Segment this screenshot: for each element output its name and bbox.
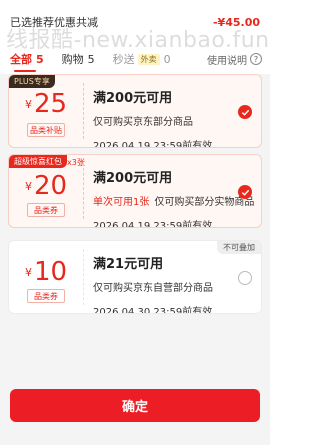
coupon-tabs: 全部 5 购物 5 秒送 外卖 0 使用说明 ?	[10, 50, 262, 68]
coupon-expiry: 2026.04.19 23:59前有效	[93, 141, 213, 148]
active-tab-indicator	[14, 70, 36, 72]
question-icon: ?	[250, 53, 262, 65]
plus-exclusive-tag: PLUS专享	[9, 75, 55, 88]
coupon-amount: ¥20	[9, 171, 83, 201]
tab-shopping-label: 购物	[61, 53, 84, 66]
coupon-card[interactable]: PLUS专享 ¥25 品类补贴 满200元可用 仅可购买京东部分商品 2026.…	[8, 74, 262, 148]
discount-summary: 已选推荐优惠共减 -¥45.00	[10, 14, 260, 30]
coupon-description: 单次可用1张 仅可购买部分实物商品	[93, 193, 254, 208]
coupon-select-checkbox[interactable]	[238, 185, 252, 199]
usage-help-label: 使用说明	[207, 55, 247, 67]
coupon-details: 满21元可用 仅可购买京东自营部分商品 2026.04.30 23:59前有效	[93, 253, 231, 314]
currency-symbol: ¥	[24, 180, 32, 193]
coupon-kind-badge: 品类券	[27, 203, 65, 217]
coupon-amount: ¥10	[9, 257, 83, 287]
card-divider	[83, 83, 84, 139]
coupon-description: 仅可购买京东部分商品	[93, 117, 193, 128]
coupon-title: 满200元可用	[93, 171, 173, 186]
summary-amount: -¥45.00	[212, 15, 260, 29]
coupon-details: 满200元可用 仅可购买京东部分商品 2026.04.19 23:59前有效	[93, 87, 231, 148]
amount-value: 20	[33, 171, 68, 201]
super-surprise-tag: 超级惊喜红包	[9, 155, 67, 168]
tab-shopping-count: 5	[87, 52, 95, 66]
coupon-title: 满21元可用	[93, 257, 164, 272]
coupon-title: 满200元可用	[93, 91, 173, 106]
coupon-kind-badge: 品类补贴	[27, 123, 65, 137]
confirm-button[interactable]: 确定	[10, 389, 260, 422]
takeout-badge: 外卖	[137, 53, 160, 65]
coupon-card[interactable]: 不可叠加 ¥10 品类券 满21元可用 仅可购买京东自营部分商品 2026.04…	[8, 240, 262, 314]
card-divider	[83, 249, 84, 305]
tab-instant-delivery[interactable]: 秒送 外卖 0	[113, 51, 171, 67]
coupon-card[interactable]: 超级惊喜红包 x3张 ¥20 品类券 满200元可用 单次可用1张 仅可购买部分实…	[8, 154, 262, 228]
coupon-description: 仅可购买京东自营部分商品	[93, 283, 213, 294]
tab-all-label: 全部	[10, 53, 32, 66]
tab-shopping[interactable]: 购物 5	[62, 51, 95, 67]
tab-instant-label: 秒送	[112, 53, 135, 66]
check-icon	[241, 189, 249, 196]
coupon-select-checkbox[interactable]	[238, 105, 252, 119]
tab-instant-count: 0	[163, 52, 171, 66]
amount-value: 10	[33, 257, 68, 287]
coupon-expiry: 2026.04.19 23:59前有效	[93, 221, 213, 228]
coupon-select-checkbox[interactable]	[238, 271, 252, 285]
check-icon	[241, 109, 249, 116]
usage-help-link[interactable]: 使用说明 ?	[207, 52, 262, 67]
amount-value: 25	[33, 89, 68, 119]
summary-label: 已选推荐优惠共减	[10, 16, 98, 29]
coupon-kind-badge: 品类券	[27, 289, 65, 303]
coupon-amount: ¥25	[9, 89, 83, 119]
coupon-expiry: 2026.04.30 23:59前有效	[93, 307, 213, 314]
coupon-scope: 仅可购买部分实物商品	[154, 197, 255, 208]
tab-all-count: 5	[36, 52, 44, 66]
currency-symbol: ¥	[24, 266, 32, 279]
tab-all[interactable]: 全部 5	[10, 51, 44, 67]
card-divider	[83, 163, 84, 219]
coupon-details: 满200元可用 单次可用1张 仅可购买部分实物商品 2026.04.19 23:5…	[93, 167, 254, 228]
currency-symbol: ¥	[24, 98, 32, 111]
usage-limit-note: 单次可用1张	[93, 197, 150, 208]
